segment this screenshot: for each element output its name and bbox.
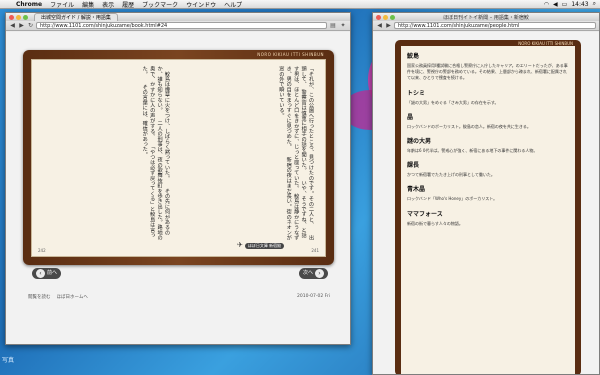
forward-icon[interactable]: ▶ (385, 22, 392, 29)
spotlight-icon[interactable]: ⌕ (593, 0, 596, 8)
entry-name: トシミ (407, 89, 426, 97)
footer-date: 2010-07-02 Fri (297, 294, 330, 299)
entry-desc: ロックバンド「Who's Honey」のボーカリスト。 (407, 196, 498, 202)
page-number-left: 242 (38, 248, 46, 253)
back-icon[interactable]: ◀ (376, 22, 383, 29)
menubar-status: ◠ ◀ ▭ 14:43 ⌕ (544, 0, 600, 8)
glossary-entry: 課長 かつて新宿署でたたき上げの刑事として働いた。 (407, 160, 569, 178)
glossary-entry: 晶 ロックバンドのボーカリスト。鮫島の恋人。新宿の夜を共に生きる。 (407, 112, 569, 130)
seal-badge: ほぼ日文庫 新宿鮫 (244, 242, 285, 249)
entry-name: 謎の大男 (407, 138, 432, 146)
close-icon[interactable] (9, 14, 14, 20)
glossary-entry: 青木晶 ロックバンド「Who's Honey」のボーカリスト。 (407, 184, 569, 202)
minimize-icon[interactable] (16, 14, 21, 20)
menubar-clock[interactable]: 14:43 (571, 1, 588, 8)
footer-link-home[interactable]: ほぼ日ホームへ (57, 294, 88, 300)
glossary-frame: NORO KIKIAU ITTI SHINBUN 鮫島 国家公務員採用I種試験に… (395, 40, 581, 374)
menubar: Chrome ファイル 編集 表示 履歴 ブックマーク ウインドウ ヘルプ ◠ … (0, 0, 600, 9)
page-number-right: 241 (311, 248, 319, 253)
entry-desc: 「謎の大男」をめぐる「さみ大男」の存在を示す。 (407, 99, 499, 105)
titlebar: 出城空間ガイド / 解説・用語集 (6, 13, 350, 21)
desktop-label: 写真 (2, 357, 15, 364)
menu-edit[interactable]: 編集 (78, 0, 98, 9)
menu-file[interactable]: ファイル (46, 0, 78, 9)
entry-desc: 年齢は6 0代半ば。警戒心が強く、新宿にある地下の事件に関わる人物。 (407, 148, 538, 154)
entry-desc: 新宿の街で暮らす人々の物語。 (407, 220, 463, 226)
wifi-icon[interactable]: ◠ (544, 1, 549, 8)
chevron-right-icon: › (315, 269, 324, 278)
glossary-page: 鮫島 国家公務員採用I種試験に合格し警察庁に入庁したキャリア。のエリートだったが… (401, 46, 575, 374)
shark-logo-icon: ✈ (237, 241, 243, 249)
menu-view[interactable]: 表示 (98, 0, 118, 9)
address-bar[interactable]: http://www.1101.com/shinjukuzame/people.… (394, 22, 596, 29)
menu-bookmarks[interactable]: ブックマーク (138, 0, 182, 9)
menu-chrome[interactable]: Chrome (12, 1, 46, 8)
browser-window-book: 出城空間ガイド / 解説・用語集 ◀ ▶ ↻ http://www.1101.c… (5, 12, 351, 345)
volume-icon[interactable]: ◀ (553, 1, 558, 8)
browser-window-glossary: ほぼ日刊イトイ新聞 – 用語集・新宿鮫 ◀ ▶ http://www.1101.… (372, 12, 600, 375)
glossary-entry: ママフォース 新宿の街で暮らす人々の物語。 (407, 209, 569, 227)
menu-history[interactable]: 履歴 (118, 0, 138, 9)
reload-icon[interactable]: ↻ (27, 22, 34, 29)
next-page-button[interactable]: 次へ › (298, 268, 328, 279)
forward-icon[interactable]: ▶ (18, 22, 25, 29)
entry-desc: 国家公務員採用I種試験に合格し警察庁に入庁したキャリア。のエリートだったが、ある… (407, 63, 568, 81)
entry-desc: ロックバンドのボーカリスト。鮫島の恋人。新宿の夜を共に生きる。 (407, 123, 531, 129)
zoom-icon[interactable] (23, 14, 28, 20)
titlebar: ほぼ日刊イトイ新聞 – 用語集・新宿鮫 (373, 13, 599, 21)
menu-help[interactable]: ヘルプ (220, 0, 246, 9)
back-icon[interactable]: ◀ (9, 22, 16, 29)
page-content: NORO KIKIAU ITTI SHINBUN 鮫島 国家公務員採用I種試験に… (373, 32, 599, 374)
book-seal: ✈ ほぼ日文庫 新宿鮫 (237, 241, 285, 249)
book-page: 鮫島は煙草に火をつけ、しばらく黙っていた。 その先に何があるのか、誰も知らない。… (31, 59, 326, 257)
entry-name: 課長 (407, 162, 420, 170)
page-footer: 閲覧を読む ほぼ日ホームへ 2010-07-02 Fri (28, 294, 330, 300)
page-menu-icon[interactable]: ▤ (329, 22, 337, 29)
next-label: 次へ (302, 270, 313, 276)
page-text-left: 鮫島は煙草に火をつけ、しばらく黙っていた。 その先に何があるのか、誰も知らない。… (141, 66, 170, 241)
browser-toolbar: ◀ ▶ ↻ http://www.1101.com/shinjukuzame/b… (6, 21, 350, 31)
entry-name: 晶 (407, 113, 414, 121)
page-content: NORO KIKIAU ITTI SHINBUN 鮫島は煙草に火をつけ、しばらく… (6, 32, 350, 344)
page-text-right: 「それが、この公園へ行ったところ、見つけたのです。その二人と、 出頭して、 警察… (278, 66, 314, 241)
prev-label: 前へ (47, 270, 58, 276)
glossary-entry: 謎の大男 年齢は6 0代半ば。警戒心が強く、新宿にある地下の事件に関わる人物。 (407, 136, 569, 154)
entry-desc: かつて新宿署でたたき上げの刑事として働いた。 (407, 172, 495, 178)
glossary-entry: トシミ 「謎の大男」をめぐる「さみ大男」の存在を示す。 (407, 88, 569, 106)
prev-page-button[interactable]: ‹ 前へ (32, 268, 62, 279)
browser-toolbar: ◀ ▶ http://www.1101.com/shinjukuzame/peo… (373, 21, 599, 31)
browser-tab[interactable]: 出城空間ガイド / 解説・用語集 (34, 13, 118, 21)
book-frame: NORO KIKIAU ITTI SHINBUN 鮫島は煙草に火をつけ、しばらく… (23, 50, 334, 265)
footer-link-read[interactable]: 閲覧を読む (28, 294, 51, 300)
window-title: ほぼ日刊イトイ新聞 – 用語集・新宿鮫 (443, 15, 529, 21)
battery-icon[interactable]: ▭ (562, 1, 568, 8)
book-header: NORO KIKIAU ITTI SHINBUN (257, 52, 324, 57)
entry-name: 青木晶 (407, 186, 426, 194)
address-bar[interactable]: http://www.1101.com/shinjukuzame/book.ht… (36, 22, 327, 29)
wrench-icon[interactable]: ✦ (339, 22, 347, 29)
glossary-entry: 鮫島 国家公務員採用I種試験に合格し警察庁に入庁したキャリア。のエリートだったが… (407, 51, 569, 82)
entry-name: 鮫島 (407, 53, 420, 60)
menu-window[interactable]: ウインドウ (182, 0, 220, 9)
chevron-left-icon: ‹ (36, 269, 45, 278)
entry-name: ママフォース (407, 210, 443, 218)
